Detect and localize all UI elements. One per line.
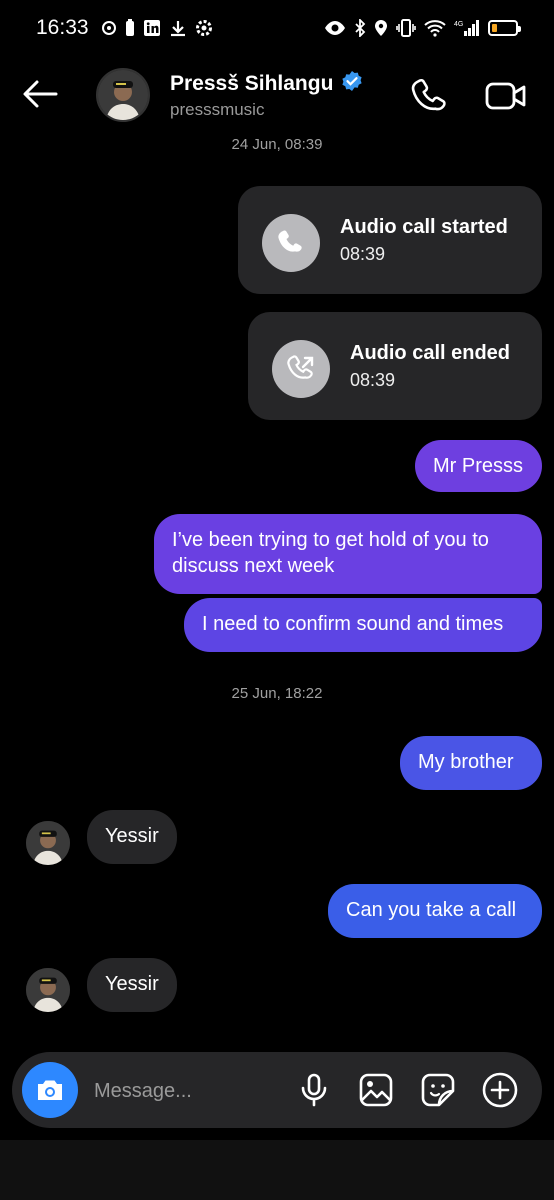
message-bubble-outgoing[interactable]: I need to confirm sound and times	[184, 598, 542, 652]
call-title: Audio call ended	[350, 342, 511, 364]
phone-call-icon	[262, 214, 320, 272]
voice-message-button[interactable]	[294, 1070, 334, 1110]
video-camera-icon	[485, 82, 526, 110]
message-bubble-outgoing[interactable]: My brother	[400, 736, 542, 790]
chat-header: Pressš Sihlangu presssmusic	[0, 60, 554, 130]
contact-username[interactable]: presssmusic	[170, 100, 264, 120]
status-bar: 16:33 4G	[0, 0, 554, 56]
sticker-icon	[421, 1073, 455, 1107]
call-time: 08:39	[340, 244, 386, 264]
navigation-bar	[0, 1140, 554, 1200]
network-type-label: 4G	[454, 21, 463, 28]
camera-icon	[38, 1080, 62, 1100]
arrow-left-icon	[23, 80, 58, 108]
sticker-button[interactable]	[418, 1070, 458, 1110]
signal-icon: 4G	[454, 19, 480, 37]
contact-name[interactable]: Pressš Sihlangu	[170, 72, 333, 96]
thread-timestamp: 25 Jun, 18:22	[231, 685, 323, 702]
message-bubble-outgoing[interactable]: Mr Presss	[415, 440, 542, 492]
location-icon	[374, 19, 388, 37]
avatar-image	[26, 968, 70, 1012]
status-time: 16:33	[36, 16, 89, 39]
phone-outgoing-icon	[272, 340, 330, 398]
notification-icon	[101, 20, 117, 36]
settings-gear-icon	[195, 19, 213, 37]
call-started-card[interactable]: Audio call started 08:39	[238, 186, 542, 294]
back-button[interactable]	[20, 74, 64, 114]
sender-avatar[interactable]	[26, 821, 70, 865]
linkedin-icon	[143, 19, 161, 37]
call-time: 08:39	[350, 370, 396, 390]
battery-icon	[488, 20, 521, 36]
wifi-icon	[424, 19, 446, 37]
eye-icon	[324, 20, 346, 36]
message-bubble-outgoing[interactable]: Can you take a call	[328, 884, 542, 938]
microphone-icon	[301, 1073, 327, 1107]
download-icon	[169, 19, 187, 37]
contact-avatar[interactable]	[96, 68, 150, 122]
message-bubble-outgoing[interactable]: I’ve been trying to get hold of you to d…	[154, 514, 542, 594]
avatar-image	[98, 70, 148, 120]
phone-icon	[411, 79, 446, 111]
verified-badge-icon	[341, 70, 363, 97]
message-bubble-incoming[interactable]: Yessir	[87, 810, 177, 864]
vibrate-icon	[396, 19, 416, 37]
call-title: Audio call started	[340, 216, 508, 238]
image-icon	[359, 1073, 393, 1107]
avatar-image	[26, 821, 70, 865]
call-ended-card[interactable]: Audio call ended 08:39	[248, 312, 542, 420]
battery-alert-icon	[125, 19, 135, 37]
message-bubble-incoming[interactable]: Yessir	[87, 958, 177, 1012]
camera-button[interactable]	[22, 1062, 78, 1118]
message-input[interactable]	[92, 1076, 296, 1106]
audio-call-button[interactable]	[410, 76, 450, 116]
bluetooth-icon	[354, 19, 366, 37]
more-options-button[interactable]	[480, 1070, 520, 1110]
video-call-button[interactable]	[484, 76, 528, 116]
gallery-button[interactable]	[356, 1070, 396, 1110]
plus-circle-icon	[482, 1072, 518, 1108]
message-composer	[12, 1052, 542, 1128]
sender-avatar[interactable]	[26, 968, 70, 1012]
thread-timestamp: 24 Jun, 08:39	[231, 136, 323, 153]
